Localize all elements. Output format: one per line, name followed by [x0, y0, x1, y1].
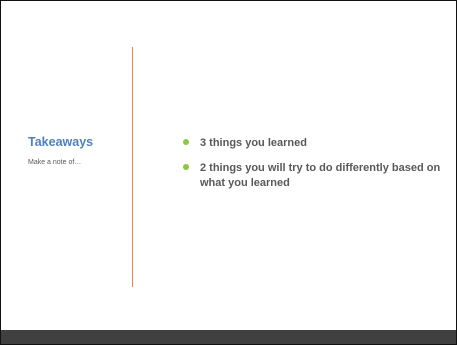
- slide: Takeaways Make a note of… 3 things you l…: [0, 0, 457, 345]
- slide-title: Takeaways: [28, 135, 94, 149]
- bullet-text: 2 things you will try to do differently …: [200, 161, 441, 189]
- bullet-list: 3 things you learned 2 things you will t…: [182, 136, 447, 201]
- bullet-dot-icon: [183, 139, 189, 145]
- vertical-divider: [132, 47, 133, 287]
- slide-subtitle: Make a note of…: [28, 158, 82, 166]
- footer-bar: [1, 330, 456, 344]
- bullet-text: 3 things you learned: [200, 137, 307, 149]
- left-panel: Takeaways Make a note of…: [28, 135, 128, 167]
- bullet-item: 3 things you learned: [182, 136, 447, 151]
- bullet-dot-icon: [183, 163, 189, 170]
- bullet-item: 2 things you will try to do differently …: [182, 161, 447, 191]
